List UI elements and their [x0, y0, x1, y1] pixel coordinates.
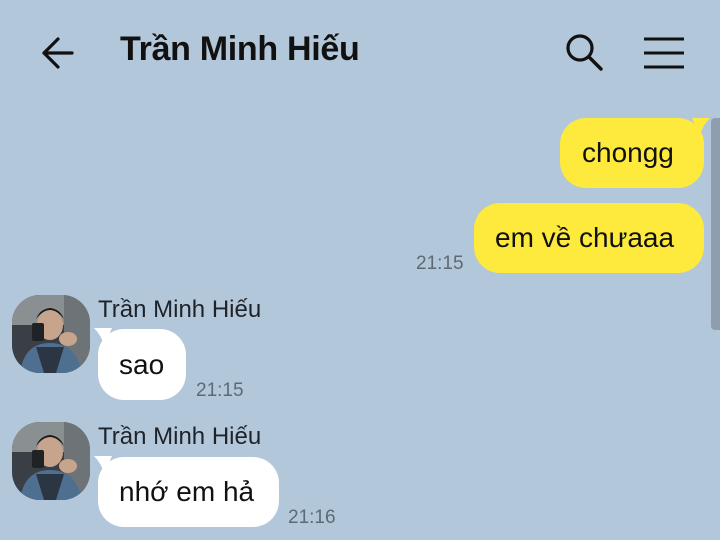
avatar[interactable]: [12, 295, 90, 373]
message-time: 21:15: [196, 380, 244, 401]
message-time: 21:15: [416, 253, 464, 274]
message-text: em về chưaaa: [495, 222, 675, 253]
message-text: nhớ em hả: [119, 476, 255, 507]
bubble-tail: [692, 118, 710, 136]
sender-name: Trần Minh Hiếu: [98, 296, 262, 323]
menu-icon[interactable]: [642, 36, 686, 70]
chat-header: Trần Minh Hiếu: [0, 0, 720, 100]
outgoing-message[interactable]: chongg: [560, 118, 704, 188]
incoming-message[interactable]: nhớ em hả: [98, 457, 279, 527]
search-icon[interactable]: [564, 32, 604, 72]
message-text: chongg: [582, 137, 674, 168]
scrollbar[interactable]: [711, 118, 720, 330]
incoming-message[interactable]: sao: [98, 329, 186, 400]
avatar[interactable]: [12, 422, 90, 500]
sender-name: Trần Minh Hiếu: [98, 423, 262, 450]
message-text: sao: [119, 348, 165, 380]
message-time: 21:16: [288, 507, 336, 528]
chat-title: Trần Minh Hiếu: [120, 30, 360, 68]
back-arrow-icon[interactable]: [38, 34, 78, 72]
outgoing-message[interactable]: em về chưaaa: [474, 203, 704, 273]
avatar-photo: [12, 422, 90, 500]
avatar-photo: [12, 295, 90, 373]
